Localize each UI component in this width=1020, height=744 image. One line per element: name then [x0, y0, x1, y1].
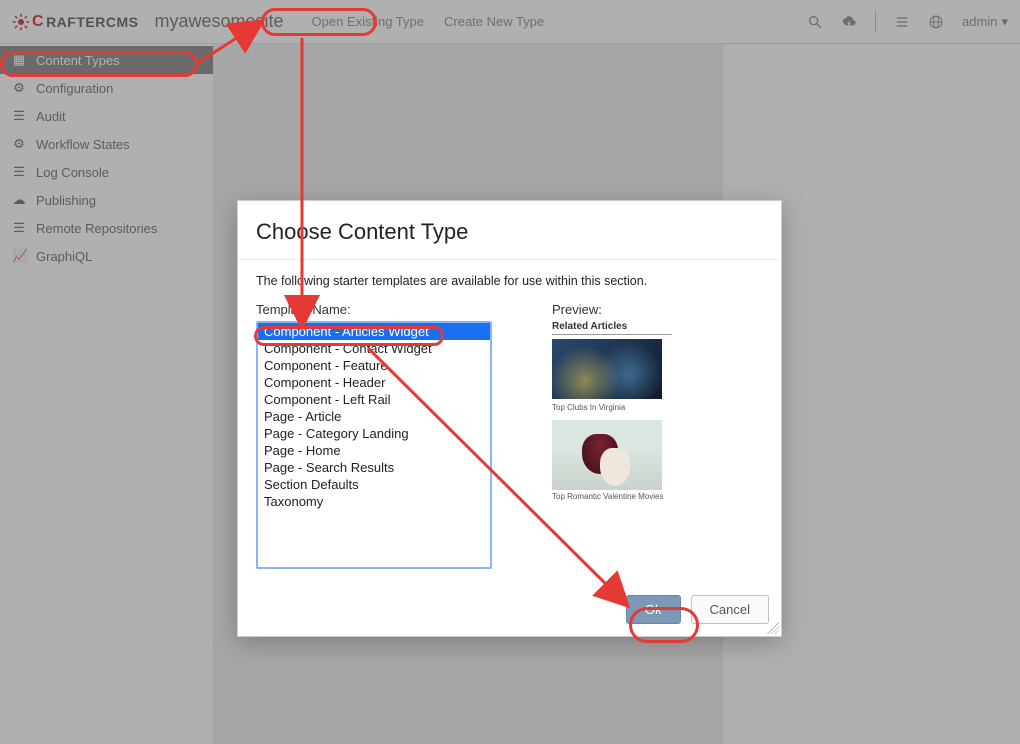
template-option[interactable]: Page - Search Results: [258, 459, 490, 476]
preview-label: Preview:: [552, 302, 712, 317]
resize-grip[interactable]: [767, 622, 779, 634]
preview-box: Related Articles Top Clubs In Virginia T…: [552, 321, 672, 501]
template-option[interactable]: Page - Category Landing: [258, 425, 490, 442]
preview-caption-1: Top Clubs In Virginia: [552, 403, 672, 412]
ok-button[interactable]: Ok: [626, 595, 681, 624]
preview-heading: Related Articles: [552, 321, 672, 335]
dialog-title: Choose Content Type: [256, 219, 763, 245]
template-option[interactable]: Page - Home: [258, 442, 490, 459]
preview-image-1: [552, 339, 662, 399]
template-option[interactable]: Component - Header: [258, 374, 490, 391]
template-option[interactable]: Component - Feature: [258, 357, 490, 374]
template-option[interactable]: Page - Article: [258, 408, 490, 425]
template-listbox[interactable]: Component - Articles WidgetComponent - C…: [256, 321, 492, 569]
template-option[interactable]: Taxonomy: [258, 493, 490, 510]
template-option[interactable]: Section Defaults: [258, 476, 490, 493]
dialog-body: The following starter templates are avai…: [238, 260, 781, 587]
dialog-footer: Ok Cancel: [238, 587, 781, 636]
preview-caption-2: Top Romantic Valentine Movies: [552, 492, 672, 501]
dialog-header: Choose Content Type: [238, 201, 781, 260]
choose-content-type-dialog: Choose Content Type The following starte…: [237, 200, 782, 637]
dialog-description: The following starter templates are avai…: [256, 274, 763, 288]
template-option[interactable]: Component - Articles Widget: [258, 323, 490, 340]
preview-image-2: [552, 420, 662, 490]
template-option[interactable]: Component - Contact Widget: [258, 340, 490, 357]
template-name-label: Template Name:: [256, 302, 492, 317]
preview-column: Preview: Related Articles Top Clubs In V…: [552, 302, 712, 569]
template-option[interactable]: Component - Left Rail: [258, 391, 490, 408]
template-name-column: Template Name: Component - Articles Widg…: [256, 302, 492, 569]
cancel-button[interactable]: Cancel: [691, 595, 769, 624]
